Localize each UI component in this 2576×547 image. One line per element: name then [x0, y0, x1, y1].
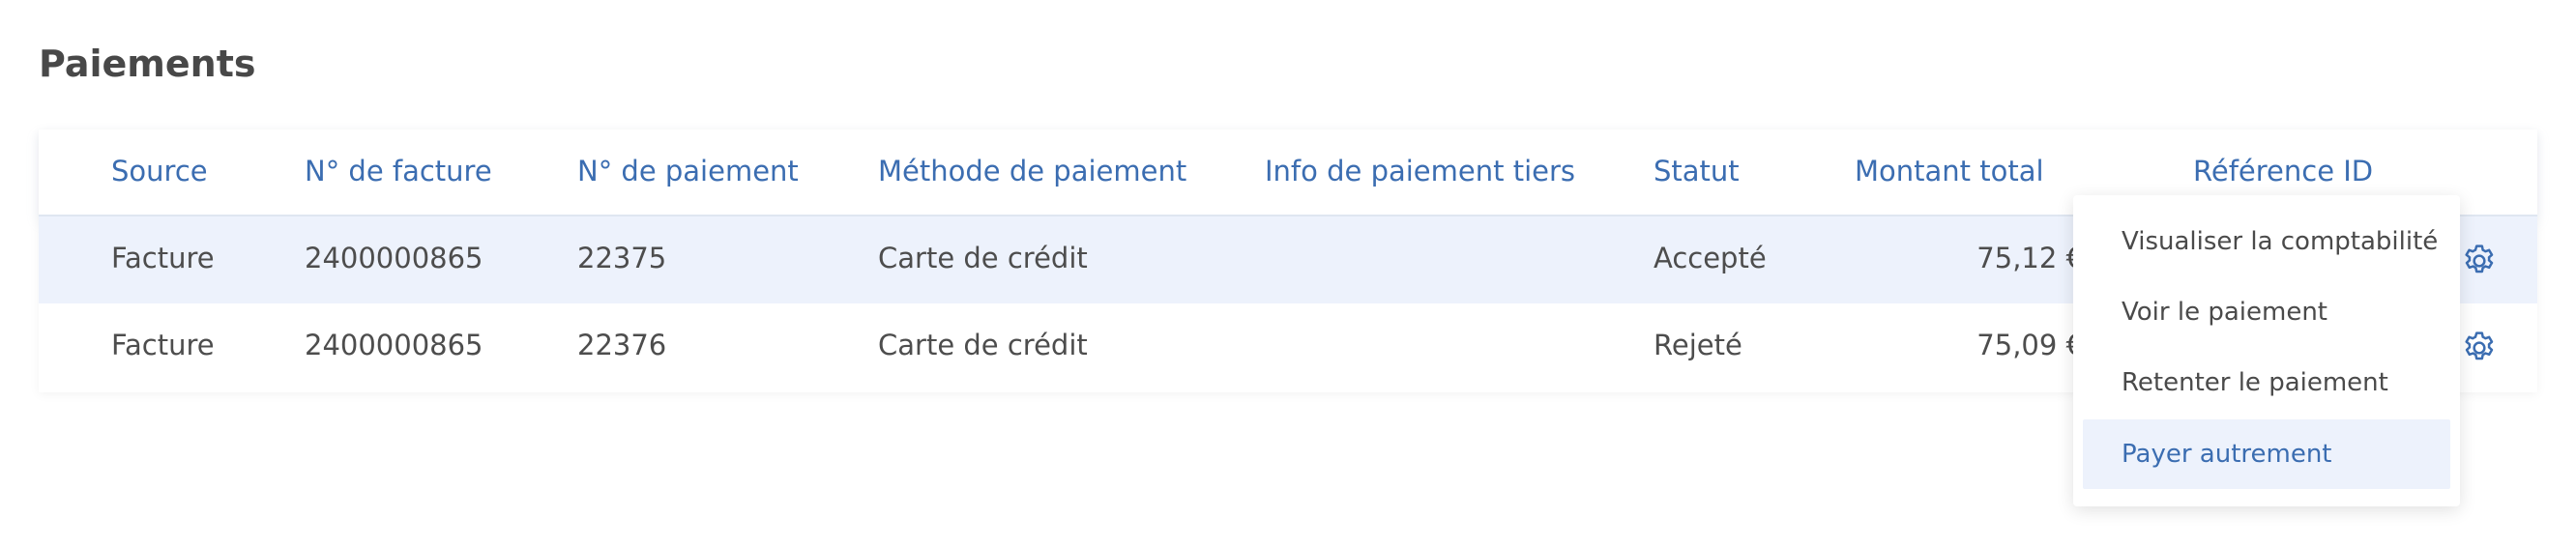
column-header-third-party[interactable]: Info de paiement tiers — [1265, 155, 1575, 187]
cell-status: Accepté — [1654, 242, 1767, 274]
menu-item-pay-otherwise[interactable]: Payer autrement — [2083, 419, 2450, 489]
cell-amount: 75,12 € — [1976, 242, 2084, 274]
cell-invoice: 2400000865 — [305, 329, 483, 361]
cell-source: Facture — [111, 329, 215, 361]
page-title: Paiements — [39, 43, 256, 85]
cell-payment: 22376 — [577, 329, 667, 361]
column-header-method[interactable]: Méthode de paiement — [878, 155, 1186, 187]
column-header-payment[interactable]: N° de paiement — [577, 155, 799, 187]
menu-item-view-accounting[interactable]: Visualiser la comptabilité — [2083, 207, 2450, 276]
row-actions-menu: Visualiser la comptabilité Voir le paiem… — [2073, 195, 2460, 506]
menu-item-retry-payment[interactable]: Retenter le paiement — [2083, 348, 2450, 417]
column-header-invoice[interactable]: N° de facture — [305, 155, 492, 187]
cell-invoice: 2400000865 — [305, 242, 483, 274]
column-header-source[interactable]: Source — [111, 155, 208, 187]
column-header-amount[interactable]: Montant total — [1855, 155, 2044, 187]
menu-item-view-payment[interactable]: Voir le paiement — [2083, 277, 2450, 347]
gear-icon[interactable] — [2460, 329, 2499, 367]
column-header-status[interactable]: Statut — [1654, 155, 1740, 187]
cell-method: Carte de crédit — [878, 242, 1088, 274]
cell-amount: 75,09 € — [1976, 329, 2084, 361]
cell-payment: 22375 — [577, 242, 667, 274]
gear-icon[interactable] — [2460, 242, 2499, 280]
cell-method: Carte de crédit — [878, 329, 1088, 361]
cell-status: Rejeté — [1654, 329, 1742, 361]
column-header-reference[interactable]: Référence ID — [2193, 155, 2373, 187]
cell-source: Facture — [111, 242, 215, 274]
